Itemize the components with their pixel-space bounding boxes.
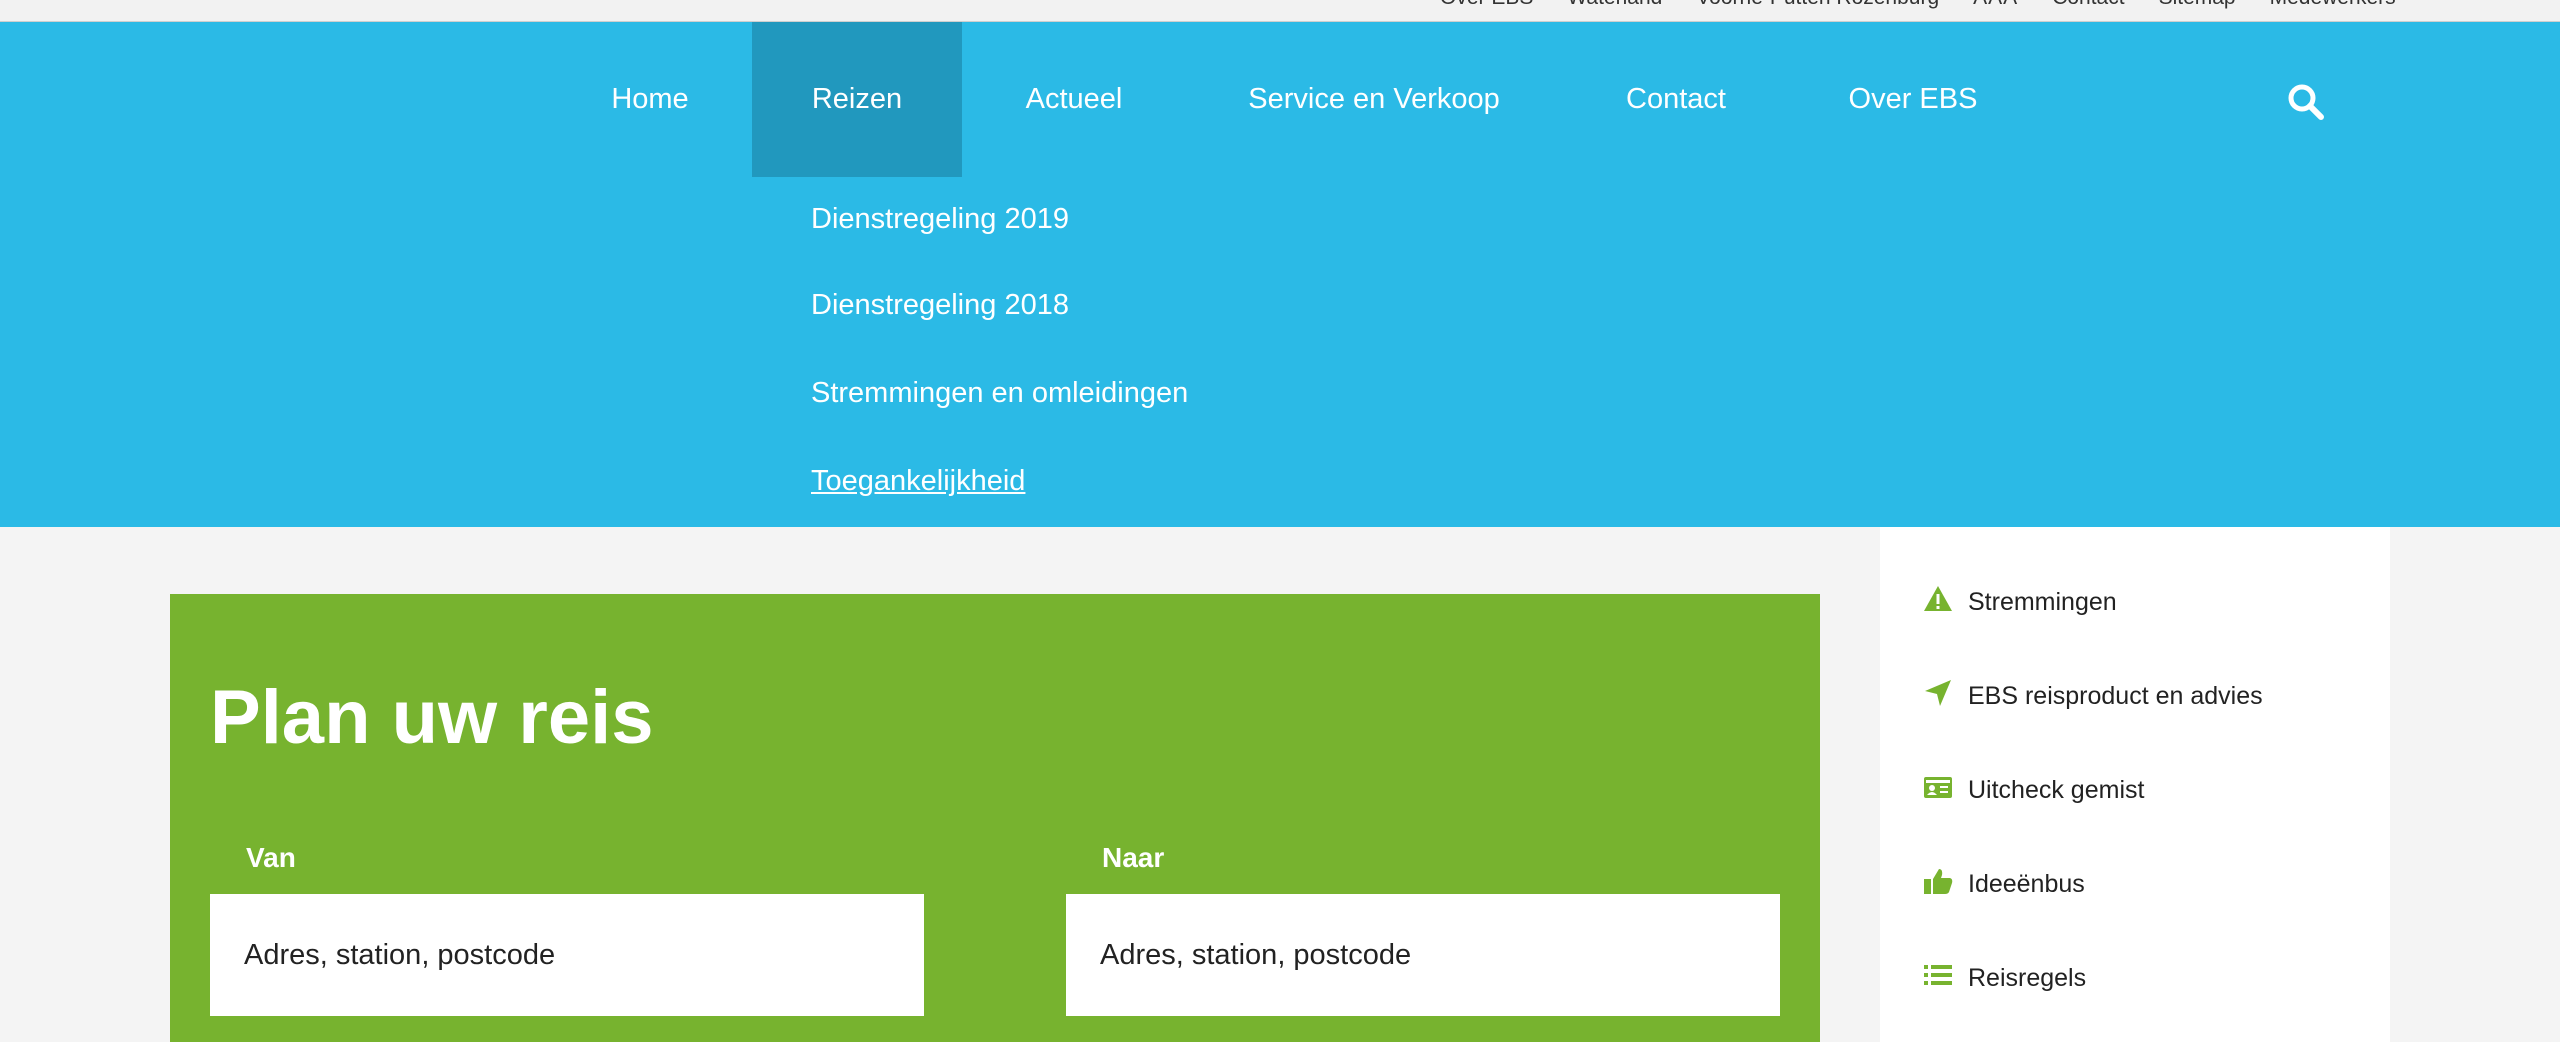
sidebar-link-label: Reisregels (1968, 964, 2087, 992)
nav-item-contact[interactable]: Contact (1594, 22, 1758, 177)
utility-link-contact[interactable]: Contact (2052, 0, 2124, 10)
sidebar-link-label: Ideeënbus (1968, 870, 2085, 898)
utility-link-over-ebs[interactable]: Over EBS (1440, 0, 1533, 10)
utility-link-waterland[interactable]: Waterland (1567, 0, 1662, 10)
quick-links-sidebar: Stremmingen EBS reisproduct en advies Ui… (1880, 527, 2390, 1042)
nav-item-label: Contact (1626, 83, 1726, 115)
to-input[interactable]: Adres, station, postcode (1066, 894, 1780, 1016)
submenu-item-toegankelijkheid[interactable]: Toegankelijkheid (811, 465, 1025, 498)
utility-link-voorne-putten[interactable]: Voorne-Putten Rozenburg (1696, 0, 1939, 10)
plan-trip-title: Plan uw reis (210, 675, 654, 760)
from-input[interactable]: Adres, station, postcode (210, 894, 924, 1016)
nav-item-label: Over EBS (1848, 83, 1978, 115)
sidebar-link-reisproduct[interactable]: EBS reisproduct en advies (1922, 677, 2263, 716)
nav-item-label: Home (611, 83, 689, 115)
location-arrow-icon (1922, 677, 1954, 716)
list-icon (1922, 959, 1954, 998)
plan-trip-panel: Plan uw reis Van Adres, station, postcod… (170, 594, 1820, 1042)
submenu-item-dienstregeling-2018[interactable]: Dienstregeling 2018 (811, 289, 1069, 322)
to-placeholder: Adres, station, postcode (1100, 938, 1412, 971)
nav-item-actueel[interactable]: Actueel (994, 22, 1154, 177)
nav-item-service-en-verkoop[interactable]: Service en Verkoop (1214, 22, 1534, 177)
sidebar-link-ideeenbus[interactable]: Ideeënbus (1922, 865, 2085, 904)
search-icon[interactable] (2286, 82, 2326, 122)
utility-link-sitemap[interactable]: Sitemap (2159, 0, 2236, 10)
thumbs-up-icon (1922, 865, 1954, 904)
nav-item-over-ebs[interactable]: Over EBS (1818, 22, 2008, 177)
font-size-toggle[interactable]: AAA (1973, 0, 2018, 10)
submenu-item-stremmingen-en-omleidingen[interactable]: Stremmingen en omleidingen (811, 377, 1188, 410)
sidebar-link-label: EBS reisproduct en advies (1968, 682, 2263, 710)
id-card-icon (1922, 771, 1954, 810)
nav-item-label: Reizen (811, 83, 903, 115)
from-label: Van (246, 842, 296, 873)
warning-icon (1922, 583, 1954, 622)
sidebar-link-stremmingen[interactable]: Stremmingen (1922, 583, 2117, 622)
nav-item-home[interactable]: Home (580, 22, 720, 177)
to-label: Naar (1102, 842, 1165, 873)
submenu-item-dienstregeling-2019[interactable]: Dienstregeling 2019 (811, 203, 1069, 236)
nav-item-reizen[interactable]: Reizen (752, 22, 962, 177)
utility-links: Over EBS Waterland Voorne-Putten Rozenbu… (1440, 0, 2396, 10)
nav-item-label: Service en Verkoop (1248, 83, 1500, 115)
sidebar-link-label: Stremmingen (1968, 588, 2117, 616)
nav-item-label: Actueel (1025, 83, 1123, 115)
sidebar-link-label: Uitcheck gemist (1968, 776, 2145, 804)
main-nav: Home Reizen Actueel Service en Verkoop C… (0, 22, 2560, 527)
sidebar-link-reisregels[interactable]: Reisregels (1922, 959, 2086, 998)
sidebar-link-uitcheck-gemist[interactable]: Uitcheck gemist (1922, 771, 2144, 810)
utility-bar: Over EBS Waterland Voorne-Putten Rozenbu… (0, 0, 2560, 22)
utility-link-medewerkers[interactable]: Medewerkers (2270, 0, 2396, 10)
from-placeholder: Adres, station, postcode (244, 938, 556, 971)
